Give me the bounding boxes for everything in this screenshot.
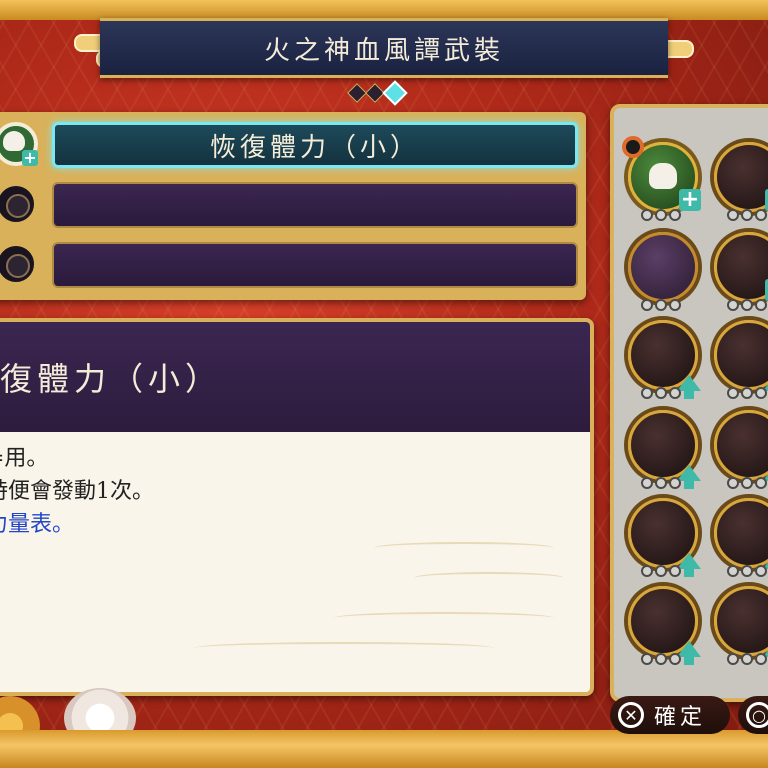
level-pip [727,565,739,577]
level-pip [669,477,681,489]
equip-slot-3[interactable] [0,238,578,292]
level-pip [641,477,653,489]
bottom-gold-border [0,730,768,768]
level-pips [727,653,767,665]
detail-description: =用。 時便會發動1次。 力量表。 [0,432,590,541]
page-indicator [347,80,408,106]
level-pips [727,387,767,399]
level-pips [727,299,767,311]
strike-icon[interactable] [628,498,701,577]
level-pip [741,387,753,399]
level-pip [641,387,653,399]
equip-slot-1[interactable]: + 恢復體力（小） [0,118,578,172]
level-pip [741,565,753,577]
level-pips [641,209,681,221]
wave-ornament [194,642,494,654]
plus-icon: + [679,187,701,212]
level-pip [755,477,767,489]
page-dot-3-active [382,80,408,106]
level-pip [641,209,653,221]
equip-slot-2-label [52,182,578,228]
level-pip [755,387,767,399]
onigiri-heal-icon: + [0,122,38,166]
wave-ornament [374,542,554,554]
level-pip [655,299,667,311]
circle-button-icon: ○ [746,702,768,728]
level-pip [655,653,667,665]
page-dot-1 [347,83,367,103]
title-banner: 火之神血風譚武裝 [100,18,668,78]
onigiri-shape [649,163,677,189]
level-pip [755,565,767,577]
level-pip [755,653,767,665]
level-pip [727,653,739,665]
level-pip [669,387,681,399]
level-pip [641,565,653,577]
wave-ornament [414,572,564,584]
onigiri-shape [3,131,25,151]
description-line-1: =用。 [0,446,49,471]
empty-slot-icon [0,182,38,226]
level-pip [755,209,767,221]
gauge-arrow-icon[interactable] [628,320,701,399]
equip-slot-panel: + 恢復體力（小） [0,112,586,300]
confirm-label: 確定 [654,705,707,730]
level-pips [641,477,681,489]
level-pip [755,299,767,311]
level-pip [641,653,653,665]
level-pips [727,477,767,489]
level-pip [727,299,739,311]
level-pip [655,477,667,489]
equip-slot-1-label: 恢復體力（小） [52,122,578,168]
level-pip [727,209,739,221]
level-pip [669,565,681,577]
level-pips [727,209,767,221]
level-pips [727,565,767,577]
level-pip [727,477,739,489]
description-line-2: 時便會發動1次。 [0,479,154,504]
detail-header: 復體力（小） [0,322,590,432]
description-line-3: 力量表。 [0,512,75,537]
sealed-scroll-icon[interactable] [628,232,698,311]
top-gold-border [0,0,768,20]
cross-button-icon: ✕ [618,702,644,728]
level-pips [641,565,681,577]
wave-ornament [334,612,554,624]
plus-icon: + [22,148,38,167]
level-pip [655,209,667,221]
detail-title: 復體力（小） [0,360,223,398]
empty-slot-icon [0,242,38,286]
level-pip [741,299,753,311]
page-title: 火之神血風譚武裝 [263,35,504,66]
back-button[interactable]: ○ [738,696,768,734]
equip-slot-2[interactable] [0,178,578,232]
item-detail-panel: 復體力（小） =用。 時便會發動1次。 力量表。 [0,318,594,696]
level-pip [741,653,753,665]
level-pips [641,299,681,311]
fist-icon[interactable] [628,586,701,665]
selection-cursor-icon [622,136,644,158]
confirm-button[interactable]: ✕ 確定 [610,696,730,734]
level-pip [741,209,753,221]
level-pip [669,299,681,311]
level-pip [727,387,739,399]
level-pip [655,387,667,399]
equip-slot-3-label [52,242,578,288]
level-pips [641,653,681,665]
bomb-icon[interactable] [628,410,701,489]
level-pip [669,209,681,221]
level-pip [741,477,753,489]
level-pip [655,565,667,577]
level-pip [669,653,681,665]
level-pip [641,299,653,311]
level-pips [641,387,681,399]
